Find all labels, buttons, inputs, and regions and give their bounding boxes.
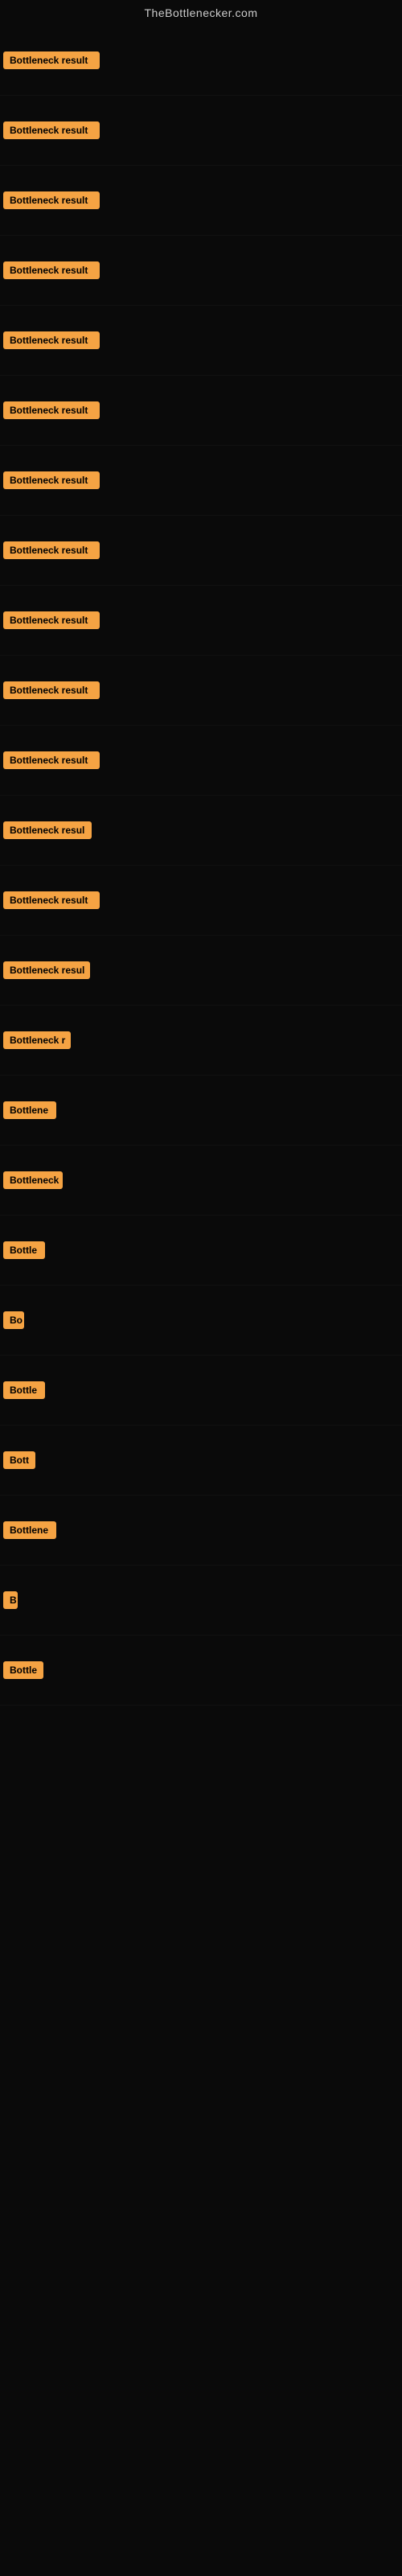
- bottleneck-badge[interactable]: Bottlene: [3, 1521, 56, 1539]
- bottleneck-badge[interactable]: Bottleneck result: [3, 331, 100, 349]
- bottleneck-badge[interactable]: Bottle: [3, 1381, 45, 1399]
- filler-space: [0, 1706, 402, 2576]
- bottleneck-row: Bottlene: [0, 1076, 402, 1146]
- bottleneck-row: Bottleneck result: [0, 726, 402, 796]
- bottleneck-row: Bottleneck result: [0, 306, 402, 376]
- site-title-text: TheBottlenecker.com: [144, 6, 257, 19]
- bottleneck-badge[interactable]: Bottleneck result: [3, 891, 100, 909]
- bottleneck-row: Bottle: [0, 1216, 402, 1286]
- bottleneck-row: Bottleneck result: [0, 26, 402, 96]
- bottleneck-row: Bottleneck r: [0, 1006, 402, 1076]
- bottleneck-row: Bottle: [0, 1356, 402, 1426]
- bottleneck-badge[interactable]: Bottleneck result: [3, 471, 100, 489]
- bottleneck-badge[interactable]: Bottleneck resul: [3, 821, 92, 839]
- bottleneck-row: Bottleneck: [0, 1146, 402, 1216]
- bottleneck-row: Bottleneck result: [0, 586, 402, 656]
- bottleneck-row: Bottleneck result: [0, 516, 402, 586]
- bottleneck-row: Bottleneck result: [0, 376, 402, 446]
- bottleneck-badge[interactable]: Bottleneck result: [3, 191, 100, 209]
- bottleneck-badge[interactable]: Bottleneck result: [3, 261, 100, 279]
- bottleneck-badge[interactable]: Bottleneck result: [3, 681, 100, 699]
- bottleneck-badge[interactable]: Bottle: [3, 1241, 45, 1259]
- rows-container: Bottleneck result Bottleneck result Bottle…: [0, 26, 402, 2576]
- bottleneck-badge[interactable]: B: [3, 1591, 18, 1609]
- bottleneck-badge[interactable]: Bo: [3, 1311, 24, 1329]
- bottleneck-row: Bottlene: [0, 1496, 402, 1566]
- bottleneck-row: Bottleneck result: [0, 656, 402, 726]
- bottleneck-badge[interactable]: Bottleneck result: [3, 751, 100, 769]
- bottleneck-badge[interactable]: Bottleneck result: [3, 121, 100, 139]
- bottleneck-badge[interactable]: Bottleneck resul: [3, 961, 90, 979]
- bottleneck-badge[interactable]: Bottleneck result: [3, 611, 100, 629]
- site-title: TheBottlenecker.com: [0, 0, 402, 26]
- bottleneck-row: Bottleneck result: [0, 96, 402, 166]
- bottleneck-row: Bottleneck result: [0, 236, 402, 306]
- bottleneck-row: B: [0, 1566, 402, 1636]
- bottleneck-row: Bottleneck result: [0, 866, 402, 936]
- bottleneck-row: Bo: [0, 1286, 402, 1356]
- bottleneck-badge[interactable]: Bottleneck result: [3, 541, 100, 559]
- bottleneck-badge[interactable]: Bottleneck result: [3, 51, 100, 69]
- bottleneck-row: Bottleneck result: [0, 446, 402, 516]
- bottleneck-row: Bottleneck resul: [0, 796, 402, 866]
- bottleneck-badge[interactable]: Bott: [3, 1451, 35, 1469]
- bottleneck-row: Bottleneck resul: [0, 936, 402, 1006]
- bottleneck-badge[interactable]: Bottleneck result: [3, 401, 100, 419]
- bottleneck-row: Bottle: [0, 1636, 402, 1706]
- bottleneck-badge[interactable]: Bottleneck: [3, 1171, 63, 1189]
- bottleneck-badge[interactable]: Bottle: [3, 1661, 43, 1679]
- bottleneck-badge[interactable]: Bottleneck r: [3, 1031, 71, 1049]
- bottleneck-row: Bott: [0, 1426, 402, 1496]
- bottleneck-badge[interactable]: Bottlene: [3, 1101, 56, 1119]
- bottleneck-row: Bottleneck result: [0, 166, 402, 236]
